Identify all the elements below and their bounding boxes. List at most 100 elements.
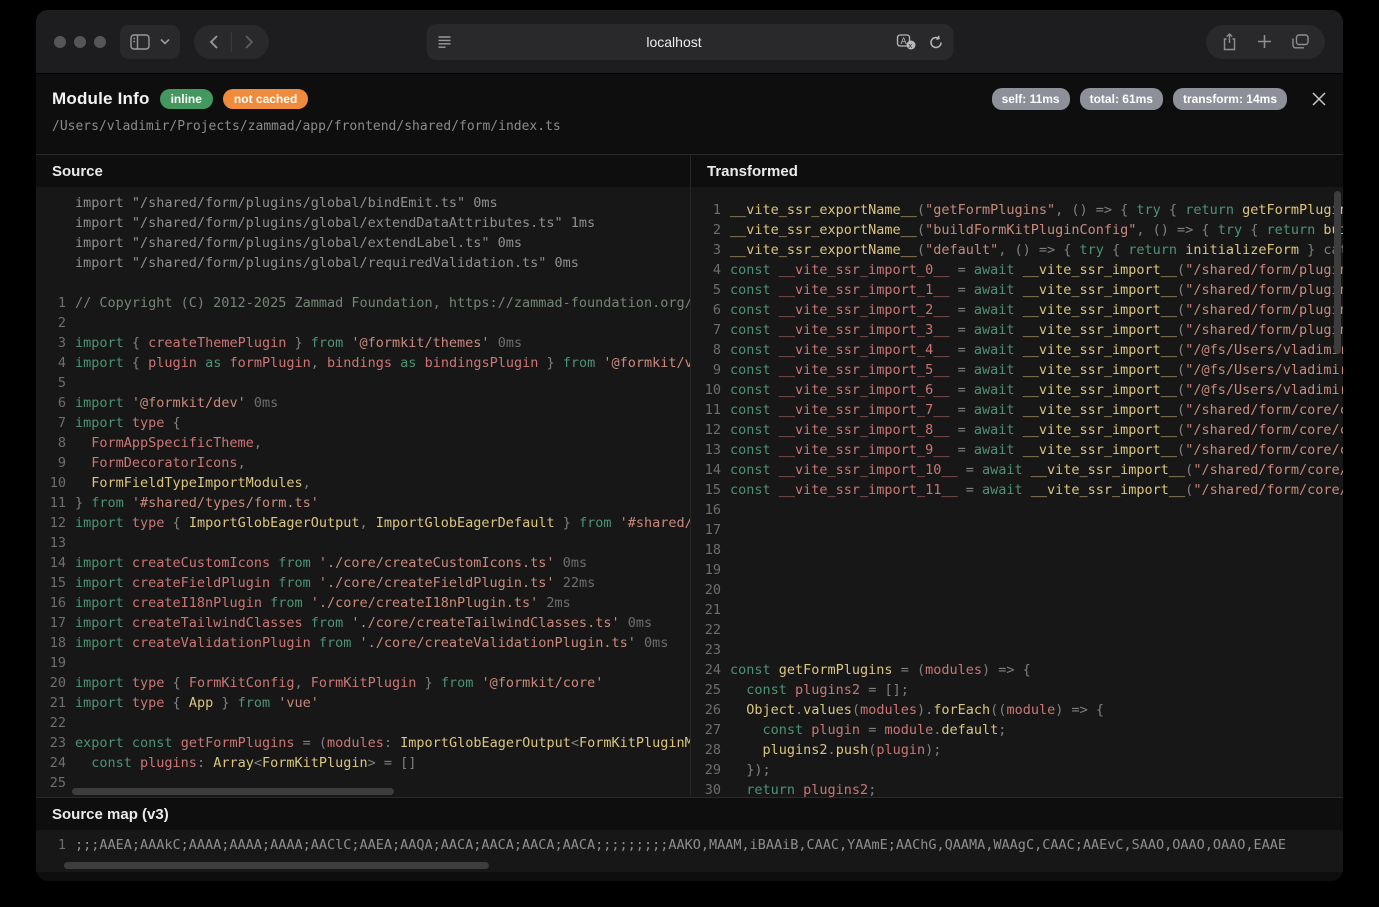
line-number: 21: [699, 600, 721, 620]
line-number: 11: [699, 400, 721, 420]
source-panel: Source import "/shared/form/plugins/glob…: [36, 155, 690, 797]
line-number: 1: [699, 200, 721, 220]
code-line: 24const getFormPlugins = (modules) => {: [699, 660, 1343, 680]
browser-window: localhost A x Module Info inline: [36, 10, 1343, 881]
code-line: 17import createTailwindClasses from './c…: [44, 613, 690, 633]
chevron-down-icon: [160, 38, 170, 45]
transformed-panel: Transformed 1__vite_ssr_exportName__("ge…: [690, 155, 1343, 797]
tab-overview-icon[interactable]: [1292, 34, 1309, 49]
line-number: 3: [699, 240, 721, 260]
translate-icon[interactable]: A x: [896, 34, 916, 50]
code-text: import { createThemePlugin } from '@form…: [75, 333, 522, 353]
line-number: 25: [699, 680, 721, 700]
transformed-vertical-scrollbar[interactable]: [1334, 191, 1341, 354]
code-text: const __vite_ssr_import_8__ = await __vi…: [730, 420, 1343, 440]
code-text: FormFieldTypeImportModules,: [75, 473, 311, 493]
code-text: __vite_ssr_exportName__("getFormPlugins"…: [730, 200, 1343, 220]
code-line: 23: [699, 640, 1343, 660]
close-panel-button[interactable]: [1311, 91, 1327, 107]
minimize-window-button[interactable]: [74, 36, 86, 48]
line-number: 9: [44, 453, 66, 473]
sidebar-toggle-button[interactable]: [120, 25, 180, 59]
code-text: import type {: [75, 413, 181, 433]
page-title: Module Info: [52, 89, 150, 109]
line-number: 9: [699, 360, 721, 380]
code-line: 7const __vite_ssr_import_3__ = await __v…: [699, 320, 1343, 340]
code-text: __vite_ssr_exportName__("buildFormKitPlu…: [730, 220, 1343, 240]
browser-toolbar: localhost A x: [36, 10, 1343, 74]
code-text: import type { ImportGlobEagerOutput, Imp…: [75, 513, 690, 533]
new-tab-icon[interactable]: [1257, 34, 1272, 49]
code-line: 1;;;AAEA;AAAkC;AAAA;AAAA;AAAA;AAClC;AAEA…: [44, 835, 1343, 855]
transform-time-badge: transform: 14ms: [1173, 88, 1287, 110]
code-text: const plugin = module.default;: [730, 720, 1006, 740]
line-number: 23: [44, 733, 66, 753]
code-line: 9const __vite_ssr_import_5__ = await __v…: [699, 360, 1343, 380]
code-text: FormAppSpecificTheme,: [75, 433, 262, 453]
line-number: 4: [699, 260, 721, 280]
sourcemap-view[interactable]: 1;;;AAEA;AAAkC;AAAA;AAAA;AAAA;AAClC;AAEA…: [36, 830, 1343, 872]
line-number: 18: [699, 540, 721, 560]
code-text: const __vite_ssr_import_1__ = await __vi…: [730, 280, 1343, 300]
code-panels: Source import "/shared/form/plugins/glob…: [36, 154, 1343, 797]
line-number: [44, 213, 66, 233]
line-number: 28: [699, 740, 721, 760]
code-line: 7import type {: [44, 413, 690, 433]
code-text: const __vite_ssr_import_10__ = await __v…: [730, 460, 1343, 480]
line-number: [44, 193, 66, 213]
code-text: plugins2.push(plugin);: [730, 740, 941, 760]
toolbar-actions: [1206, 25, 1325, 59]
zoom-window-button[interactable]: [94, 36, 106, 48]
code-line: 15const __vite_ssr_import_11__ = await _…: [699, 480, 1343, 500]
forward-icon[interactable]: [244, 34, 255, 50]
line-number: 3: [44, 333, 66, 353]
code-text: import createCustomIcons from './core/cr…: [75, 553, 587, 573]
code-line: 16: [699, 500, 1343, 520]
line-number: 16: [44, 593, 66, 613]
code-line: 17: [699, 520, 1343, 540]
code-text: const __vite_ssr_import_6__ = await __vi…: [730, 380, 1343, 400]
code-line: 14import createCustomIcons from './core/…: [44, 553, 690, 573]
reload-icon[interactable]: [928, 35, 943, 50]
timing-stats: self: 11ms total: 61ms transform: 14ms: [992, 88, 1287, 110]
sourcemap-section: Source map (v3) 1;;;AAEA;AAAkC;AAAA;AAAA…: [36, 797, 1343, 872]
close-window-button[interactable]: [54, 36, 66, 48]
line-number: 13: [44, 533, 66, 553]
line-number: 30: [699, 780, 721, 797]
sourcemap-horizontal-scrollbar[interactable]: [64, 862, 489, 869]
line-number: 22: [699, 620, 721, 640]
code-line: 27 const plugin = module.default;: [699, 720, 1343, 740]
line-number: 8: [44, 433, 66, 453]
code-line: 21: [699, 600, 1343, 620]
code-text: const getFormPlugins = (modules) => {: [730, 660, 1031, 680]
code-text: } from '#shared/types/form.ts': [75, 493, 319, 513]
share-icon[interactable]: [1222, 33, 1237, 51]
code-line: 1// Copyright (C) 2012-2025 Zammad Found…: [44, 293, 690, 313]
code-line: 8 FormAppSpecificTheme,: [44, 433, 690, 453]
code-line: [44, 273, 690, 293]
code-line: 4import { plugin as formPlugin, bindings…: [44, 353, 690, 373]
source-horizontal-scrollbar[interactable]: [72, 788, 394, 795]
line-number: 1: [44, 835, 66, 855]
line-number: 12: [44, 513, 66, 533]
code-line: 29 });: [699, 760, 1343, 780]
reader-view-icon[interactable]: [436, 35, 452, 49]
code-line: 8const __vite_ssr_import_4__ = await __v…: [699, 340, 1343, 360]
code-line: import "/shared/form/plugins/global/exte…: [44, 213, 690, 233]
url-text[interactable]: localhost: [452, 34, 896, 50]
code-line: 28 plugins2.push(plugin);: [699, 740, 1343, 760]
transformed-code-view[interactable]: 1 __vite_ssr_exportName__("getFormPlugins…: [691, 187, 1343, 797]
code-text: import type { App } from 'vue': [75, 693, 319, 713]
line-number: 8: [699, 340, 721, 360]
traffic-lights[interactable]: [54, 36, 106, 48]
code-text: FormDecoratorIcons,: [75, 453, 246, 473]
back-icon[interactable]: [208, 34, 219, 50]
code-text: import "/shared/form/plugins/global/exte…: [75, 213, 595, 233]
source-code-view[interactable]: import "/shared/form/plugins/global/bind…: [36, 187, 690, 797]
code-line: import "/shared/form/plugins/global/exte…: [44, 233, 690, 253]
line-number: 5: [699, 280, 721, 300]
url-bar[interactable]: localhost A x: [426, 24, 953, 60]
code-line: 2: [44, 313, 690, 333]
line-number: 18: [44, 633, 66, 653]
code-text: import "/shared/form/plugins/global/exte…: [75, 233, 522, 253]
